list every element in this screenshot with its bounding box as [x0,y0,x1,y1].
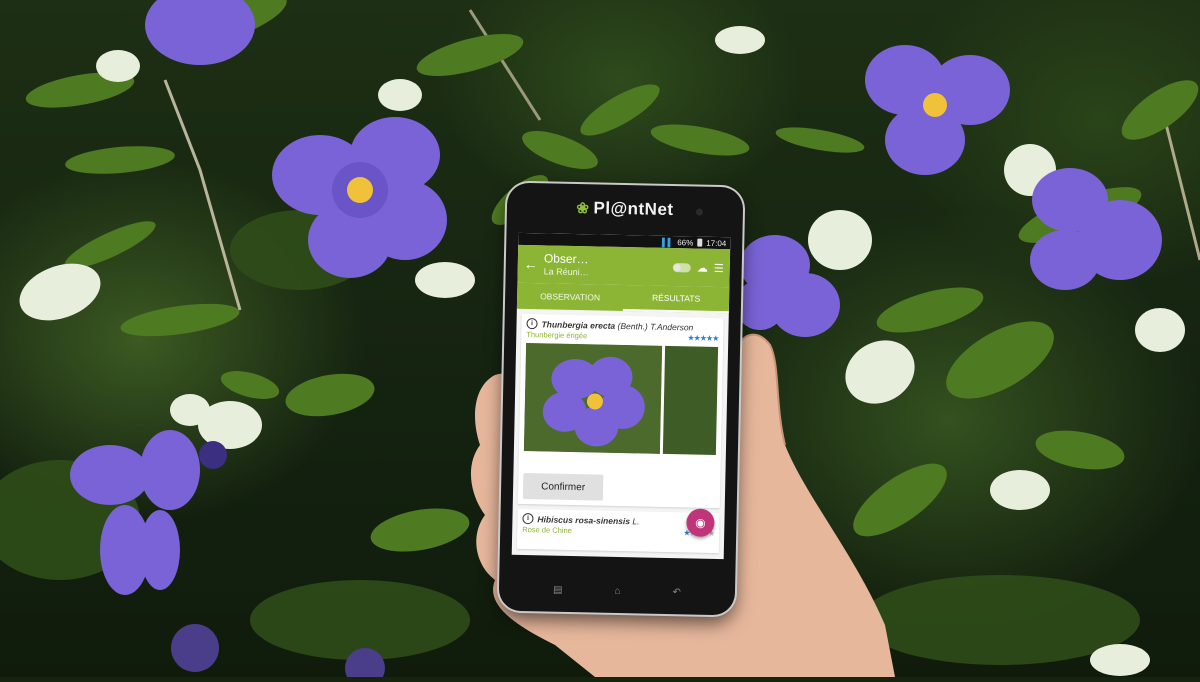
app-screen: ▌▌ 66% 17:04 ← Obser… La Réuni… ☁ ☰ OBSE… [511,232,731,560]
share-toggle[interactable] [672,262,691,272]
signal-icon: ▌▌ [661,237,674,247]
smartphone: ❀ Pl@ntNet ▌▌ 66% 17:04 ← Obser… La Réuni… [498,182,744,616]
star-rating: ★★★★★ [687,333,719,344]
filter-icon[interactable]: ☰ [714,261,724,274]
cloud-upload-icon[interactable]: ☁ [697,261,708,274]
front-camera [695,208,704,216]
menu-icon[interactable]: ▤ [553,585,563,596]
species-author: L. [632,515,640,526]
common-name: Thunbergie érigée [526,330,588,341]
leaf-icon: ❀ [576,200,590,218]
system-nav-bar: ▤ ⌂ ↶ [499,583,735,599]
result-photos [523,343,719,455]
common-name: Rose de Chine [522,524,572,535]
result-card[interactable]: i Thunbergia erecta (Benth.) T.Anderson … [517,313,724,509]
brand-name: Pl@ntNet [593,198,674,220]
app-bar: ← Obser… La Réuni… ☁ ☰ [517,244,731,288]
leaf-photo[interactable] [662,345,719,455]
arrow-left-icon[interactable]: ← [524,256,538,272]
species-author: (Benth.) T.Anderson [617,320,694,332]
tab-results[interactable]: RÉSULTATS [622,285,730,314]
scientific-name: Thunbergia erecta [541,318,616,331]
flower-photo[interactable] [523,343,663,454]
tab-bar: OBSERVATION RÉSULTATS [516,282,730,314]
back-icon[interactable]: ↶ [672,587,681,598]
confirm-button[interactable]: Confirmer [522,472,604,501]
result-scientific-name: Hibiscus rosa-sinensis L. [537,514,639,526]
scientific-name: Hibiscus rosa-sinensis [537,513,631,526]
clock: 17:04 [706,238,727,248]
brand-logo: ❀ Pl@ntNet [507,197,743,222]
battery-icon [697,238,703,247]
home-icon[interactable]: ⌂ [614,586,620,597]
observation-titles: Obser… La Réuni… [544,252,668,280]
observation-location: La Réuni… [543,266,589,278]
info-icon[interactable]: i [526,318,538,330]
info-icon[interactable]: i [522,512,534,525]
battery-level: 66% [677,237,694,247]
tab-observation[interactable]: OBSERVATION [517,283,624,311]
